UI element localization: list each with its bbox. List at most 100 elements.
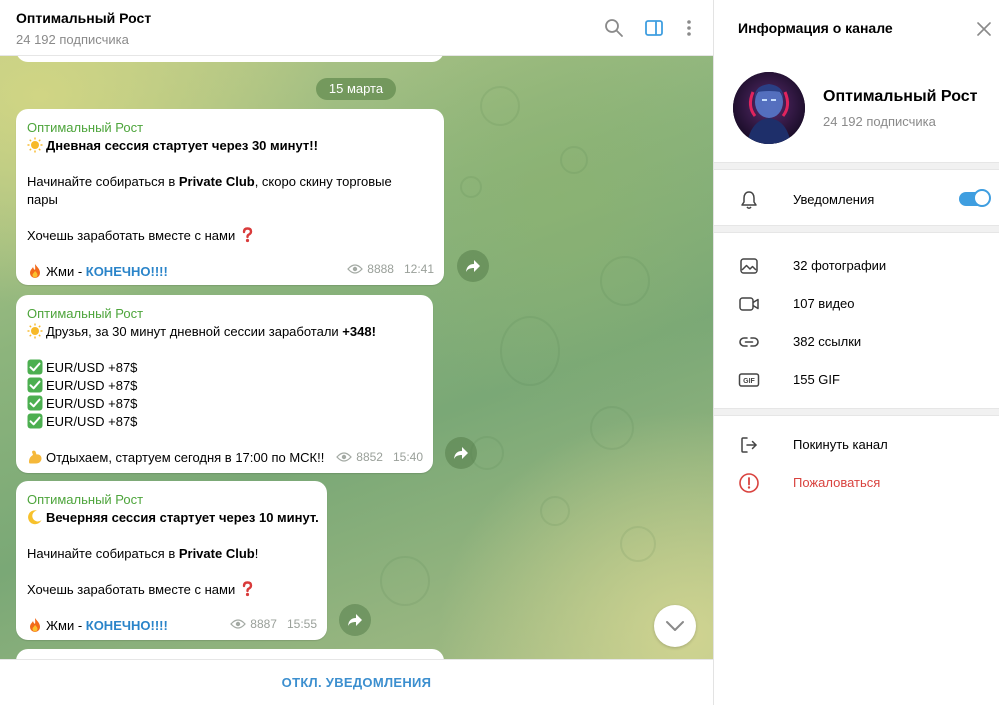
sun-emoji-icon [27, 137, 43, 153]
message-link[interactable]: КОНЕЧНО!!!! [86, 264, 168, 279]
wallpaper-doodle [560, 146, 588, 174]
section-divider [714, 225, 999, 233]
leave-icon [738, 434, 760, 456]
bell-icon [738, 189, 760, 211]
message-text: Жми - [46, 264, 86, 279]
message-author[interactable]: Оптимальный Рост [27, 305, 422, 322]
message-author[interactable]: Оптимальный Рост [27, 491, 316, 508]
section-divider [714, 162, 999, 170]
message-text: , скоро скину торговые [254, 174, 392, 189]
wallpaper-doodle [620, 526, 656, 562]
report-label: Пожаловаться [793, 474, 881, 490]
wallpaper-doodle [460, 176, 482, 198]
message-time: 12:41 [403, 262, 434, 276]
chevron-down-icon [666, 621, 684, 631]
message-line: Хочешь заработать вместе с нами [27, 581, 316, 599]
scroll-to-bottom-button[interactable] [654, 605, 696, 647]
view-count: 8887 [250, 617, 277, 631]
links-count-label: 382 ссылки [793, 333, 862, 349]
mute-notifications-button[interactable]: ОТКЛ. УВЕДОМЛЕНИЯ [0, 659, 713, 705]
wallpaper-doodle [480, 86, 520, 126]
message-time: 15:55 [286, 617, 317, 631]
wallpaper-doodle [590, 406, 634, 450]
channel-avatar-image [733, 72, 805, 144]
channel-avatar[interactable] [733, 72, 805, 144]
videos-row[interactable]: 107 видео [714, 284, 999, 322]
currency-pair-line: EUR/USD +87$ [27, 413, 422, 431]
next-message-bubble [16, 649, 444, 659]
currency-pair-text: EUR/USD +87$ [46, 360, 138, 375]
message-text: Хочешь заработать вместе с нами [27, 228, 239, 243]
message-text: Жми - [46, 618, 86, 633]
close-button[interactable] [973, 18, 995, 40]
message-line: Хочешь заработать вместе с нами [27, 227, 433, 245]
message-meta: 8852 15:40 [336, 450, 423, 464]
forward-button[interactable] [445, 437, 477, 469]
message-text: Начинайте собираться в [27, 174, 179, 189]
views-eye-icon [347, 264, 364, 274]
chat-subscriber-count: 24 192 подписчика [16, 32, 129, 47]
message-line: пары [27, 192, 58, 207]
views-eye-icon [336, 452, 353, 462]
message-headline: Дневная сессия стартует через 30 минут!! [46, 138, 318, 153]
message-line: Вечерняя сессия стартует через 10 минут. [27, 509, 319, 527]
date-separator: 15 марта [316, 78, 396, 100]
close-icon [977, 22, 991, 36]
previous-message-bubble [16, 56, 444, 62]
leave-channel-row[interactable]: Покинуть канал [714, 425, 999, 463]
section-divider [714, 408, 999, 416]
photos-row[interactable]: 32 фотографии [714, 246, 999, 284]
chat-title[interactable]: Оптимальный Рост [16, 10, 151, 26]
message-author[interactable]: Оптимальный Рост [27, 119, 433, 136]
fire-emoji-icon [30, 618, 40, 632]
currency-pair-line: EUR/USD +87$ [27, 359, 422, 377]
message-text: Отдыхаем, стартуем сегодня в 17:00 по МС… [46, 450, 325, 465]
photo-icon [738, 255, 760, 277]
crescent-moon-emoji-icon [28, 510, 42, 525]
message-bubble[interactable]: Оптимальный Рост Друзья, за 30 минут дне… [16, 295, 433, 473]
link-icon [738, 331, 760, 353]
wallpaper-doodle [540, 496, 570, 526]
notifications-toggle[interactable] [959, 189, 991, 207]
views-eye-icon [230, 619, 247, 629]
message-link[interactable]: КОНЕЧНО!!!! [86, 618, 168, 633]
gif-icon: GIF [738, 369, 760, 391]
message-text: Друзья, за 30 минут дневной сессии зараб… [46, 324, 343, 339]
question-mark-emoji-icon [242, 227, 253, 243]
info-panel-title: Информация о канале [738, 20, 893, 36]
gifs-row[interactable]: GIF 155 GIF [714, 360, 999, 398]
video-icon [738, 293, 760, 315]
message-bold-text: +348! [342, 324, 376, 339]
wallpaper-doodle [500, 316, 560, 386]
gifs-count-label: 155 GIF [793, 371, 840, 387]
report-row[interactable]: Пожаловаться [714, 463, 999, 501]
forward-arrow-icon [454, 447, 468, 459]
view-count: 8852 [356, 450, 383, 464]
toggle-sidebar-button[interactable] [640, 14, 668, 42]
more-menu-button[interactable] [675, 14, 703, 42]
notifications-label: Уведомления [793, 191, 875, 207]
photos-count-label: 32 фотографии [793, 257, 887, 273]
message-line: Начинайте собираться в Private Club! [27, 545, 316, 563]
currency-pair-text: EUR/USD +87$ [46, 378, 138, 393]
chat-messages-area[interactable]: 15 марта Оптимальный Рост Дневная сессия… [0, 56, 713, 659]
currency-pair-line: EUR/USD +87$ [27, 377, 422, 395]
message-bubble[interactable]: Оптимальный Рост Вечерняя сессия стартуе… [16, 481, 327, 640]
message-text: Хочешь заработать вместе с нами [27, 582, 239, 597]
check-mark-emoji-icon [27, 359, 43, 375]
chat-header: Оптимальный Рост 24 192 подписчика [0, 0, 713, 56]
fire-emoji-icon [30, 264, 40, 278]
links-row[interactable]: 382 ссылки [714, 322, 999, 360]
notifications-row[interactable]: Уведомления [714, 180, 999, 218]
forward-button[interactable] [457, 250, 489, 282]
message-bold-text: Private Club [178, 174, 255, 189]
message-text: Начинайте собираться в [27, 546, 179, 561]
more-vertical-icon [687, 20, 691, 36]
search-button[interactable] [600, 14, 628, 42]
search-icon [605, 19, 623, 37]
message-time: 15:40 [392, 450, 423, 464]
message-bubble[interactable]: Оптимальный Рост Дневная сессия стартует… [16, 109, 444, 285]
forward-button[interactable] [339, 604, 371, 636]
check-mark-emoji-icon [27, 395, 43, 411]
message-bold-text: Private Club [178, 546, 255, 561]
